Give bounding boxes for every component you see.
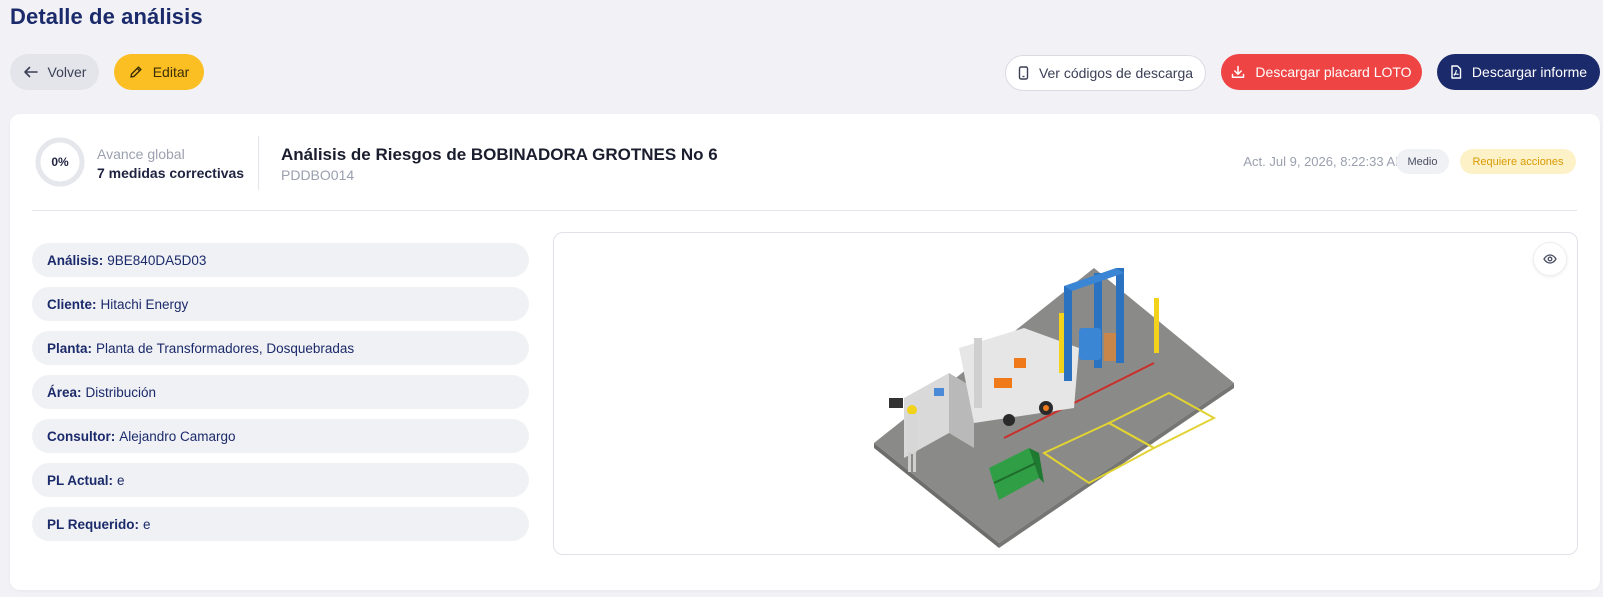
detail-value: 9BE840DA5D03 [107,252,207,268]
detail-key: Consultor: [47,428,116,444]
back-button-label: Volver [47,64,87,80]
detail-row-client: Cliente: Hitachi Energy [32,287,529,321]
detail-value: e [143,516,151,532]
view-image-button[interactable] [1533,242,1567,276]
back-button[interactable]: Volver [10,54,99,90]
progress-percent: 0% [51,155,69,169]
edit-button[interactable]: Editar [114,54,204,90]
detail-value: e [117,472,125,488]
detail-row-plant: Planta: Planta de Transformadores, Dosque… [32,331,529,365]
detail-key: Análisis: [47,252,104,268]
download-report-label: Descargar informe [1471,64,1588,80]
detail-key: PL Actual: [47,472,114,488]
machine-3d-illustration [874,268,1234,548]
download-loto-placard-label: Descargar placard LOTO [1255,64,1412,80]
status-badge: Requiere acciones [1460,149,1576,174]
download-report-button[interactable]: Descargar informe [1437,54,1600,90]
detail-value: Distribución [85,384,157,400]
analysis-title: Análisis de Riesgos de BOBINADORA GROTNE… [281,145,718,164]
progress-label: Avance global [97,146,185,162]
detail-row-analysis: Análisis: 9BE840DA5D03 [32,243,529,277]
view-download-codes-label: Ver códigos de descarga [1038,65,1194,81]
arrow-left-icon [23,66,38,78]
machine-image-panel [553,232,1578,555]
eye-icon [1543,254,1557,264]
edit-button-label: Editar [152,64,190,80]
section-divider [32,210,1577,211]
detail-key: PL Requerido: [47,516,140,532]
risk-level-badge: Medio [1396,149,1449,174]
view-download-codes-button[interactable]: Ver códigos de descarga [1005,55,1206,91]
detail-key: Planta: [47,340,93,356]
pencil-icon [130,66,142,78]
detail-value: Alejandro Camargo [119,428,236,444]
detail-row-consultant: Consultor: Alejandro Camargo [32,419,529,453]
download-loto-placard-button[interactable]: Descargar placard LOTO [1221,54,1422,90]
detail-value: Planta de Transformadores, Dosquebradas [96,340,355,356]
pdf-file-icon [1451,65,1462,79]
detail-row-area: Área: Distribución [32,375,529,409]
detail-row-pl-required: PL Requerido: e [32,507,529,541]
header-divider [258,136,259,190]
last-updated: Act. Jul 9, 2026, 8:22:33 AM [1243,154,1406,169]
detail-key: Cliente: [47,296,97,312]
corrective-measures-count: 7 medidas correctivas [97,165,245,181]
page-title: Detalle de análisis [10,4,203,29]
detail-row-pl-current: PL Actual: e [32,463,529,497]
analysis-card: 0% Avance global 7 medidas correctivas A… [10,114,1600,590]
detail-key: Área: [47,384,82,400]
analysis-code: PDDBO014 [281,167,355,183]
detail-value: Hitachi Energy [100,296,189,312]
download-icon [1232,65,1245,79]
mobile-phone-icon [1018,66,1029,80]
